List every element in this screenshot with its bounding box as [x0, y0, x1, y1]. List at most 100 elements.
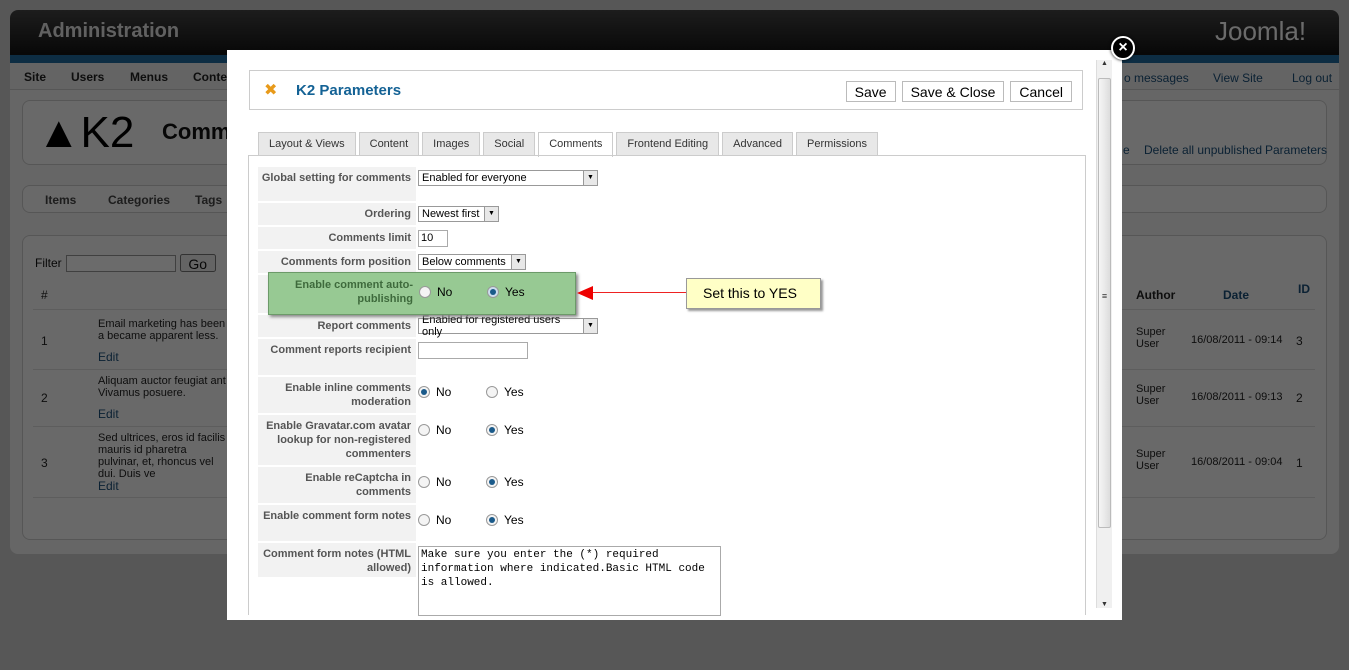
scrollbar[interactable]: ▲ ≡ ▼ [1096, 60, 1112, 608]
field-label: Report comments [258, 315, 416, 339]
field-gravatar: Enable Gravatar.com avatar lookup for no… [258, 415, 556, 467]
notes-yes-radio[interactable]: Yes [486, 513, 554, 527]
col-num: # [41, 288, 48, 302]
field-label: Comment reports recipient [258, 339, 416, 377]
tab-layout-views[interactable]: Layout & Views [258, 132, 356, 156]
notes-textarea[interactable]: Make sure you enter the (*) required inf… [418, 546, 721, 616]
gravatar-no-radio[interactable]: No [418, 423, 486, 437]
field-recipient: Comment reports recipient [258, 339, 530, 377]
filter-label: Filter [35, 256, 62, 270]
scrollbar-thumb[interactable]: ≡ [1098, 78, 1111, 528]
view-site-link[interactable]: View Site [1213, 71, 1263, 85]
field-label: Enable Gravatar.com avatar lookup for no… [258, 415, 416, 467]
callout-note: Set this to YES [686, 278, 821, 309]
toolbar-parameters[interactable]: Parameters [1265, 143, 1327, 157]
inline-no-radio[interactable]: No [418, 385, 486, 399]
field-global: Global setting for comments Enabled for … [258, 167, 600, 203]
save-button[interactable]: Save [845, 81, 896, 102]
messages-link[interactable]: o messages [1124, 71, 1189, 85]
go-button[interactable]: Go [179, 254, 216, 272]
modal-title: K2 Parameters [296, 82, 402, 99]
chevron-down-icon: ▼ [511, 255, 525, 269]
menu-menus[interactable]: Menus [130, 70, 168, 84]
inline-yes-radio[interactable]: Yes [486, 385, 554, 399]
row-date: 16/08/2011 - 09:14 [1191, 334, 1283, 346]
tab-social[interactable]: Social [483, 132, 536, 156]
autopub-no-radio[interactable]: No [419, 285, 487, 299]
row-id: 1 [1296, 456, 1303, 470]
menu-content[interactable]: Conte [193, 70, 227, 84]
field-label: Comments limit [258, 227, 416, 251]
field-report: Report comments Enabled for registered u… [258, 314, 600, 339]
callout-arrow-line [589, 292, 687, 293]
k2-parameters-modal: ✖ K2 Parameters Save Save & Close Cancel… [227, 50, 1122, 620]
field-inline: Enable inline comments moderation No Yes [258, 377, 556, 415]
save-close-button[interactable]: Save & Close [901, 81, 1005, 102]
joomla-logo: Joomla! [1215, 16, 1307, 46]
row-author: Super User [1136, 383, 1166, 407]
tab-frontend-editing[interactable]: Frontend Editing [616, 132, 720, 156]
autopub-yes-radio[interactable]: Yes [487, 285, 555, 299]
logout-link[interactable]: Log out [1292, 71, 1332, 85]
field-label: Enable inline comments moderation [258, 377, 416, 415]
gravatar-yes-radio[interactable]: Yes [486, 423, 554, 437]
row-date: 16/08/2011 - 09:04 [1191, 456, 1283, 468]
edit-link[interactable]: Edit [98, 350, 119, 364]
col-author[interactable]: Author [1136, 288, 1175, 302]
col-date[interactable]: Date [1223, 288, 1249, 302]
cancel-button[interactable]: Cancel [1010, 81, 1072, 102]
recipient-input[interactable] [418, 342, 528, 359]
admin-header [10, 10, 1339, 55]
field-recaptcha: Enable reCaptcha in comments No Yes [258, 467, 556, 505]
tab-comments[interactable]: Comments [538, 132, 614, 157]
field-label: Enable comment auto-publishing [295, 279, 413, 305]
field-notes: Enable comment form notes No Yes [258, 505, 556, 543]
row-text: Email marketing has been a became appare… [98, 318, 226, 342]
row-num: 2 [41, 391, 48, 405]
report-select[interactable]: Enabled for registered users only ▼ [418, 314, 598, 338]
scroll-down-icon[interactable]: ▼ [1097, 601, 1112, 608]
toolbar-delete[interactable]: e [1123, 143, 1130, 157]
field-notes-text: Comment form notes (HTML allowed) Make s… [258, 543, 723, 619]
toolbar-delete-unpublished[interactable]: Delete all unpublished [1144, 143, 1262, 157]
submenu-categories[interactable]: Categories [108, 193, 170, 207]
notes-no-radio[interactable]: No [418, 513, 486, 527]
limit-input[interactable]: 10 [418, 230, 448, 247]
submenu-items[interactable]: Items [45, 193, 76, 207]
edit-link[interactable]: Edit [98, 479, 119, 493]
tab-bar: Layout & Views Content Images Social Com… [258, 132, 878, 157]
component-title: Comm [162, 119, 231, 144]
close-icon[interactable]: × [1111, 36, 1135, 60]
edit-link[interactable]: Edit [98, 407, 119, 421]
position-select[interactable]: Below comments ▼ [418, 254, 526, 270]
k2-logo: ▲K2 [37, 108, 135, 157]
menu-users[interactable]: Users [71, 70, 104, 84]
row-num: 3 [41, 456, 48, 470]
row-author: Super User [1136, 448, 1166, 472]
ordering-select[interactable]: Newest first ▼ [418, 206, 499, 222]
arrow-icon [577, 286, 593, 300]
row-date: 16/08/2011 - 09:13 [1191, 391, 1283, 403]
field-limit: Comments limit 10 [258, 227, 450, 251]
field-label: Global setting for comments [258, 167, 416, 203]
row-text: Sed ultrices, eros id facilis mauris id … [98, 432, 226, 480]
row-author: Super User [1136, 326, 1166, 350]
field-label: Enable reCaptcha in comments [258, 467, 416, 505]
tab-content[interactable]: Content [358, 132, 420, 156]
row-id: 2 [1296, 391, 1303, 405]
col-id[interactable]: ID [1298, 282, 1310, 296]
recaptcha-yes-radio[interactable]: Yes [486, 475, 554, 489]
tab-advanced[interactable]: Advanced [722, 132, 794, 156]
admin-title: Administration [38, 20, 180, 42]
menu-site[interactable]: Site [24, 70, 46, 84]
chevron-down-icon: ▼ [484, 207, 498, 221]
row-text: Aliquam auctor feugiat ant Vivamus posue… [98, 375, 226, 399]
field-label: Enable comment form notes [258, 505, 416, 543]
submenu-tags[interactable]: Tags [195, 193, 222, 207]
tab-permissions[interactable]: Permissions [796, 132, 878, 156]
tab-images[interactable]: Images [422, 132, 481, 156]
scroll-up-icon[interactable]: ▲ [1097, 60, 1112, 67]
filter-input[interactable] [65, 254, 176, 272]
global-select[interactable]: Enabled for everyone ▼ [418, 170, 598, 186]
recaptcha-no-radio[interactable]: No [418, 475, 486, 489]
